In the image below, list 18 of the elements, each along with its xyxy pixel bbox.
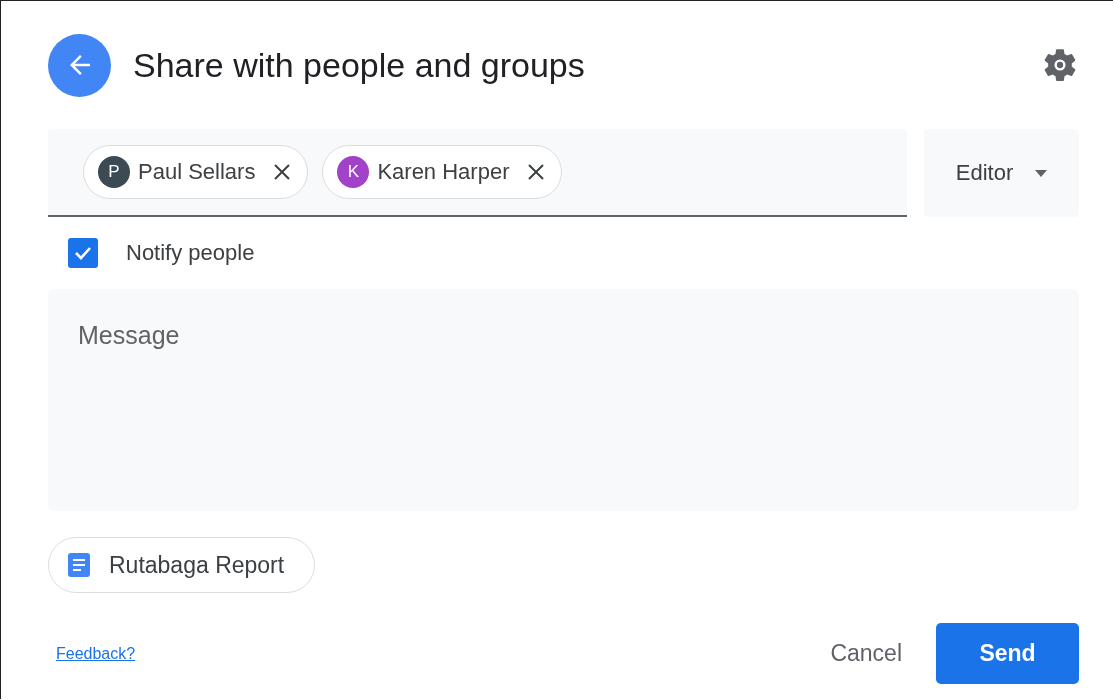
role-dropdown[interactable]: Editor xyxy=(924,129,1079,217)
avatar: P xyxy=(98,156,130,188)
message-field[interactable]: Message xyxy=(48,289,1079,511)
avatar: K xyxy=(337,156,370,188)
document-name: Rutabaga Report xyxy=(109,551,285,579)
recipients-field[interactable]: P Paul Sellars K Karen Harper xyxy=(48,129,907,217)
cancel-button[interactable]: Cancel xyxy=(826,630,906,677)
dialog-title: Share with people and groups xyxy=(133,45,586,85)
notify-label: Notify people xyxy=(126,240,255,266)
feedback-link[interactable]: Feedback? xyxy=(56,644,136,663)
recipient-name: Paul Sellars xyxy=(138,159,256,185)
caret-icon xyxy=(1035,169,1048,177)
close-icon xyxy=(527,163,546,181)
recipient-name: Karen Harper xyxy=(377,159,510,185)
close-icon xyxy=(273,163,292,181)
notify-checkbox[interactable] xyxy=(68,238,98,268)
send-button[interactable]: Send xyxy=(936,623,1079,684)
document-icon xyxy=(67,552,91,578)
